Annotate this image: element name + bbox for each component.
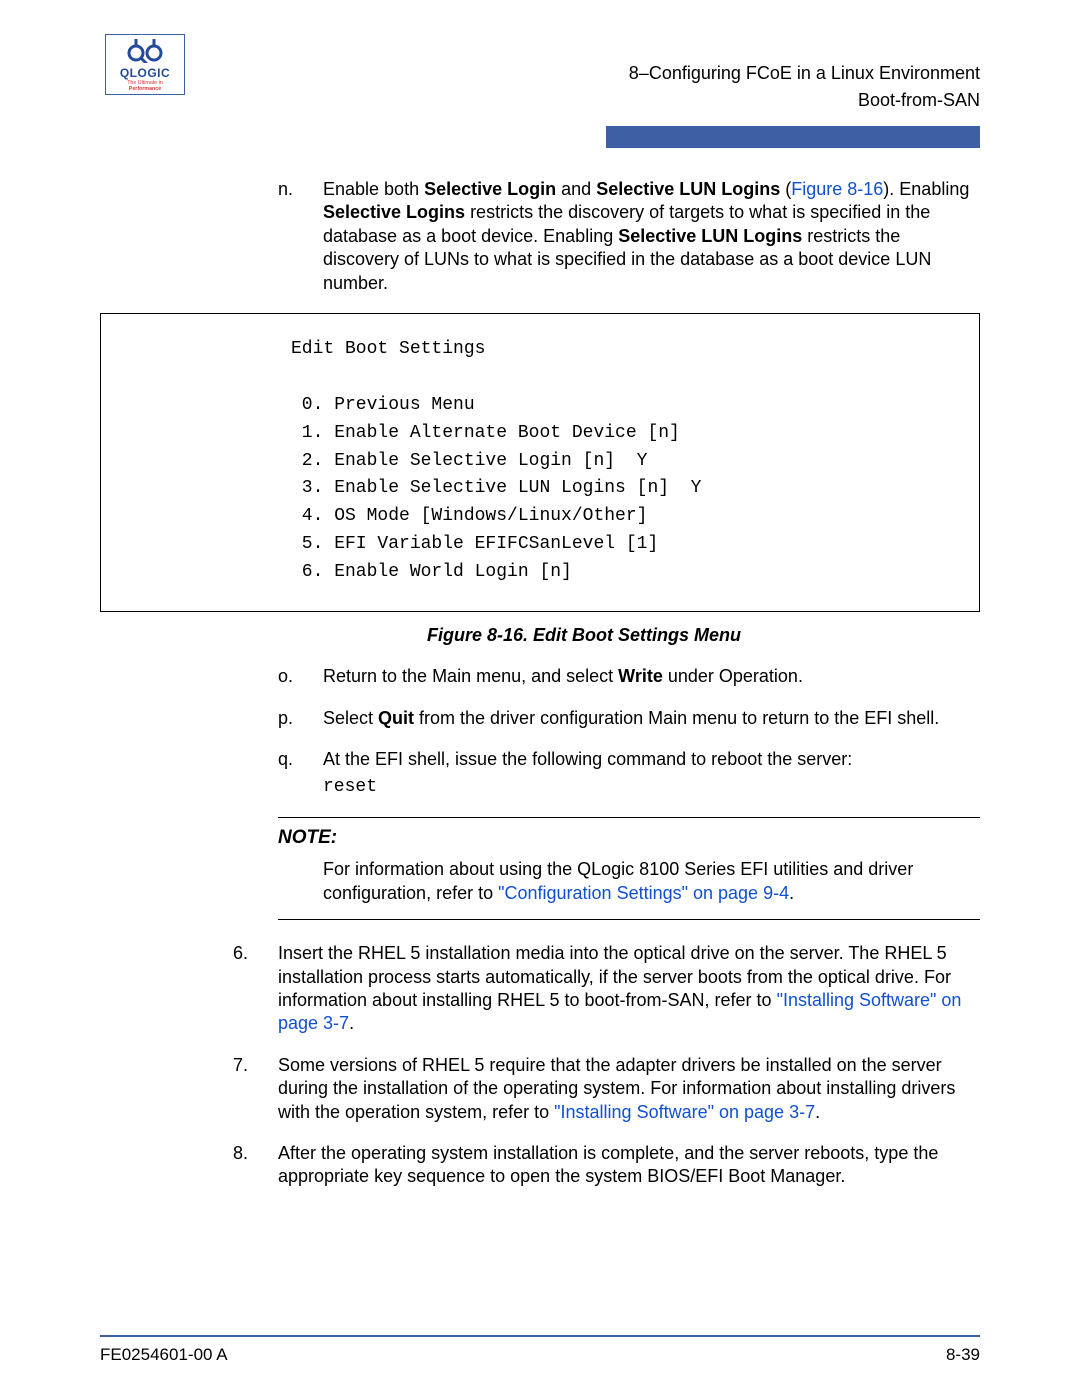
page: QLOGIC The Ultimate in Performance 8–Con…	[0, 0, 1080, 1189]
figure-caption: Figure 8-16. Edit Boot Settings Menu	[233, 624, 980, 647]
code-box: Edit Boot Settings 0. Previous Menu 1. E…	[100, 313, 980, 612]
marker: o.	[278, 665, 323, 688]
logo-icon	[122, 39, 168, 63]
marker: q.	[278, 748, 323, 799]
marker: 7.	[233, 1054, 278, 1124]
chapter-title: 8–Configuring FCoE in a Linux Environmen…	[629, 60, 980, 87]
note-divider-top	[278, 817, 980, 818]
logo: QLOGIC The Ultimate in Performance	[105, 34, 185, 95]
step-8: 8. After the operating system installati…	[233, 1142, 980, 1189]
page-number: 8-39	[946, 1345, 980, 1365]
step-7: 7. Some versions of RHEL 5 require that …	[233, 1054, 980, 1124]
step-n-body: Enable both Selective Login and Selectiv…	[323, 178, 980, 295]
step-6: 6. Insert the RHEL 5 installation media …	[233, 942, 980, 1036]
note-heading: NOTE:	[278, 826, 980, 851]
step-q: q. At the EFI shell, issue the following…	[278, 748, 980, 799]
section-title: Boot-from-SAN	[629, 87, 980, 114]
page-header: QLOGIC The Ultimate in Performance 8–Con…	[100, 34, 980, 114]
footer: FE0254601-00 A 8-39	[100, 1345, 980, 1365]
content: n. Enable both Selective Login and Selec…	[100, 178, 980, 1189]
header-divider	[100, 126, 980, 148]
doc-id: FE0254601-00 A	[100, 1345, 228, 1365]
step-o: o. Return to the Main menu, and select W…	[278, 665, 980, 688]
footer-divider	[100, 1335, 980, 1337]
config-settings-link[interactable]: "Configuration Settings" on page 9-4	[498, 883, 789, 903]
header-text: 8–Configuring FCoE in a Linux Environmen…	[629, 34, 980, 114]
logo-brand: QLOGIC	[112, 66, 178, 80]
logo-tagline: The Ultimate in Performance	[112, 80, 178, 92]
step-p: p. Select Quit from the driver configura…	[278, 707, 980, 730]
marker: p.	[278, 707, 323, 730]
command: reset	[323, 776, 980, 799]
installing-software-link-2[interactable]: "Installing Software" on page 3-7	[554, 1102, 815, 1122]
figure-link[interactable]: Figure 8-16	[791, 179, 883, 199]
marker: 6.	[233, 942, 278, 1036]
note-body: For information about using the QLogic 8…	[323, 857, 980, 906]
step-n: n. Enable both Selective Login and Selec…	[278, 178, 980, 295]
note-divider-bottom	[278, 919, 980, 920]
marker: n.	[278, 178, 323, 295]
marker: 8.	[233, 1142, 278, 1189]
